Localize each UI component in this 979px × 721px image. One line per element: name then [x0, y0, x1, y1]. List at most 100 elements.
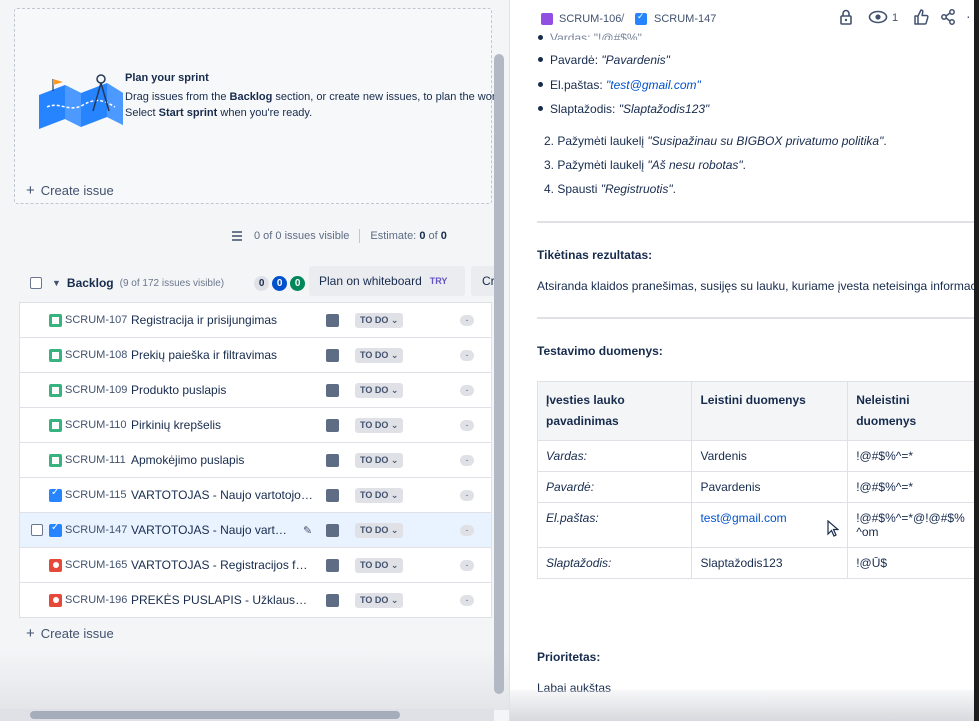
issue-key[interactable]: SCRUM-110: [65, 419, 127, 431]
table-cell: Slaptažodis:: [536, 547, 693, 579]
bullet-pavarde: Pavardė: "Pavardenis": [537, 53, 670, 67]
issue-key[interactable]: SCRUM-108: [65, 349, 127, 361]
status-dropdown[interactable]: TO DO ⌄: [355, 347, 404, 363]
watcher-count: 1: [892, 12, 899, 24]
backlog-panel: Plan your sprint Drag issues from the Ba…: [0, 0, 509, 721]
table-row[interactable]: SCRUM-108 Prekių paieška ir filtravimas TO…: [20, 338, 491, 373]
email-link[interactable]: test@gmail.com: [700, 511, 786, 525]
bullet-password: Slaptažodis: "Slaptažodis123": [537, 102, 709, 116]
table-row[interactable]: SCRUM-111 Apmokėjimo puslapis TO DO ⌄ -: [20, 443, 491, 478]
estimate-badge[interactable]: -: [460, 314, 474, 326]
cut-bullet: Vardas: "!@#$%": [537, 31, 642, 40]
vertical-scrollbar[interactable]: [494, 54, 504, 694]
issue-summary[interactable]: VARTOTOJAS - Registracijos form...: [131, 558, 313, 572]
test-data-heading: Testavimo duomenys:: [537, 344, 663, 358]
chevron-down-icon[interactable]: ▼: [52, 278, 61, 288]
sprint-illustration: [39, 74, 123, 129]
issue-detail-panel: SCRUM-106 / SCRUM-147 1 · Vardas: "!@#$%…: [509, 0, 979, 721]
lock-icon[interactable]: [839, 9, 853, 25]
status-dropdown[interactable]: TO DO ⌄: [355, 557, 404, 573]
story-icon: [49, 453, 62, 467]
table-cell: Pavardenis: [691, 471, 849, 503]
table-row[interactable]: SCRUM-115 VARTOTOJAS - Naujo vartotojo re…: [20, 478, 491, 513]
pencil-icon[interactable]: ✎: [303, 524, 312, 537]
table-row[interactable]: SCRUM-196 PREKĖS PUSLAPIS - Užklausa dėl …: [20, 583, 491, 618]
status-dropdown[interactable]: TO DO ⌄: [355, 417, 404, 433]
share-icon[interactable]: [940, 9, 956, 25]
issue-key[interactable]: SCRUM-109: [65, 384, 127, 396]
step-3: 3. Pažymėti laukelį "Aš nesu robotas".: [544, 158, 746, 172]
issue-summary[interactable]: Registracija ir prisijungimas: [131, 313, 313, 327]
step-4: 4. Spausti "Registruotis".: [544, 182, 676, 196]
issue-summary[interactable]: Pirkinių krepšelis: [131, 418, 313, 432]
divider: [359, 229, 361, 243]
issue-key[interactable]: SCRUM-111: [65, 454, 126, 466]
breadcrumb-separator: /: [621, 11, 625, 25]
table-row[interactable]: SCRUM-110 Pirkinių krepšelis TO DO ⌄ -: [20, 408, 491, 443]
table-cell: Slaptažodis123: [691, 547, 849, 579]
issue-key[interactable]: SCRUM-165: [65, 559, 127, 571]
table-row[interactable]: SCRUM-107 Registracija ir prisijungimas TO…: [20, 303, 491, 338]
issue-summary[interactable]: Prekių paieška ir filtravimas: [131, 348, 313, 362]
estimate-badge[interactable]: -: [460, 524, 474, 536]
estimate-badge[interactable]: -: [460, 384, 474, 396]
breadcrumb-current-link[interactable]: SCRUM-147: [654, 13, 716, 25]
table-cell: Vardenis: [691, 440, 849, 472]
plan-on-whiteboard-button[interactable]: Plan on whiteboard TRY: [309, 266, 465, 296]
backlog-title[interactable]: Backlog: [67, 276, 114, 290]
epic-icon: [541, 13, 553, 25]
more-icon[interactable]: ·: [966, 8, 971, 24]
priority-heading: Prioritetas:: [537, 650, 601, 664]
thumbs-up-icon[interactable]: [913, 9, 929, 25]
status-dropdown[interactable]: TO DO ⌄: [355, 592, 404, 608]
sprint-description: Drag issues from the Backlog section, or…: [125, 91, 495, 119]
estimate-badge[interactable]: -: [460, 419, 474, 431]
divider: [537, 221, 979, 223]
create-issue-sprint-button[interactable]: + Create issue: [26, 183, 114, 198]
issue-key[interactable]: SCRUM-107: [65, 314, 127, 326]
table-header-cell: Leistini duomenys: [691, 381, 849, 441]
horizontal-scrollbar-thumb[interactable]: [30, 711, 400, 719]
status-dropdown[interactable]: TO DO ⌄: [355, 487, 404, 503]
table-row[interactable]: SCRUM-165 VARTOTOJAS - Registracijos form…: [20, 548, 491, 583]
divider: [537, 317, 979, 319]
sprint-stats: 0 of 0 issues visible Estimate: 0 of 0: [230, 229, 447, 243]
epic-icon: [326, 348, 339, 362]
task-icon: [635, 11, 647, 25]
task-icon: [49, 487, 62, 502]
issue-summary[interactable]: PREKĖS PUSLAPIS - Užklausa dėl ...: [131, 593, 313, 607]
table-row[interactable]: SCRUM-109 Produkto puslapis TO DO ⌄ -: [20, 373, 491, 408]
issue-key[interactable]: SCRUM-147: [65, 524, 127, 536]
issue-key[interactable]: SCRUM-196: [65, 594, 127, 606]
backlog-select-all-checkbox[interactable]: [30, 277, 42, 289]
epic-icon: [326, 418, 339, 432]
table-row: Pavardė: Pavardenis !@#$%^=*: [536, 471, 977, 503]
estimate-badge[interactable]: -: [460, 454, 474, 466]
table-row: Vardas: Vardenis !@#$%^=*: [536, 440, 977, 472]
try-badge: TRY: [429, 276, 448, 286]
create-issue-backlog-button[interactable]: + Create issue: [26, 626, 114, 641]
issue-summary[interactable]: VARTOTOJAS - Naujo vartotojo re...: [131, 488, 313, 502]
issue-summary[interactable]: Apmokėjimo puslapis: [131, 453, 313, 467]
issue-summary[interactable]: Produkto puslapis: [131, 383, 313, 397]
issue-key[interactable]: SCRUM-115: [65, 489, 127, 501]
estimate-badge[interactable]: -: [460, 489, 474, 501]
estimate-badge[interactable]: -: [460, 349, 474, 361]
status-dropdown[interactable]: TO DO ⌄: [355, 382, 404, 398]
issue-summary[interactable]: VARTOTOJAS - Naujo vartot...: [131, 523, 291, 537]
eye-icon[interactable]: [868, 9, 888, 25]
table-row[interactable]: SCRUM-147 VARTOTOJAS - Naujo vartot... ✎ TO…: [20, 513, 491, 548]
breadcrumb-parent-link[interactable]: SCRUM-106: [559, 13, 621, 25]
status-dropdown[interactable]: TO DO ⌄: [355, 452, 404, 468]
estimate-badge[interactable]: -: [460, 559, 474, 571]
status-dropdown[interactable]: TO DO ⌄: [355, 312, 404, 328]
drag-handle-icon[interactable]: [230, 229, 244, 243]
status-dropdown[interactable]: TO DO ⌄: [355, 522, 404, 538]
estimate-badge[interactable]: -: [460, 594, 474, 606]
done-count-badge: 0: [290, 275, 306, 291]
epic-icon: [326, 523, 339, 537]
expected-result-heading: Tikėtinas rezultatas:: [537, 248, 653, 262]
row-checkbox[interactable]: [31, 524, 43, 536]
email-link[interactable]: "test@gmail.com": [606, 78, 701, 92]
plus-icon: +: [26, 182, 35, 199]
